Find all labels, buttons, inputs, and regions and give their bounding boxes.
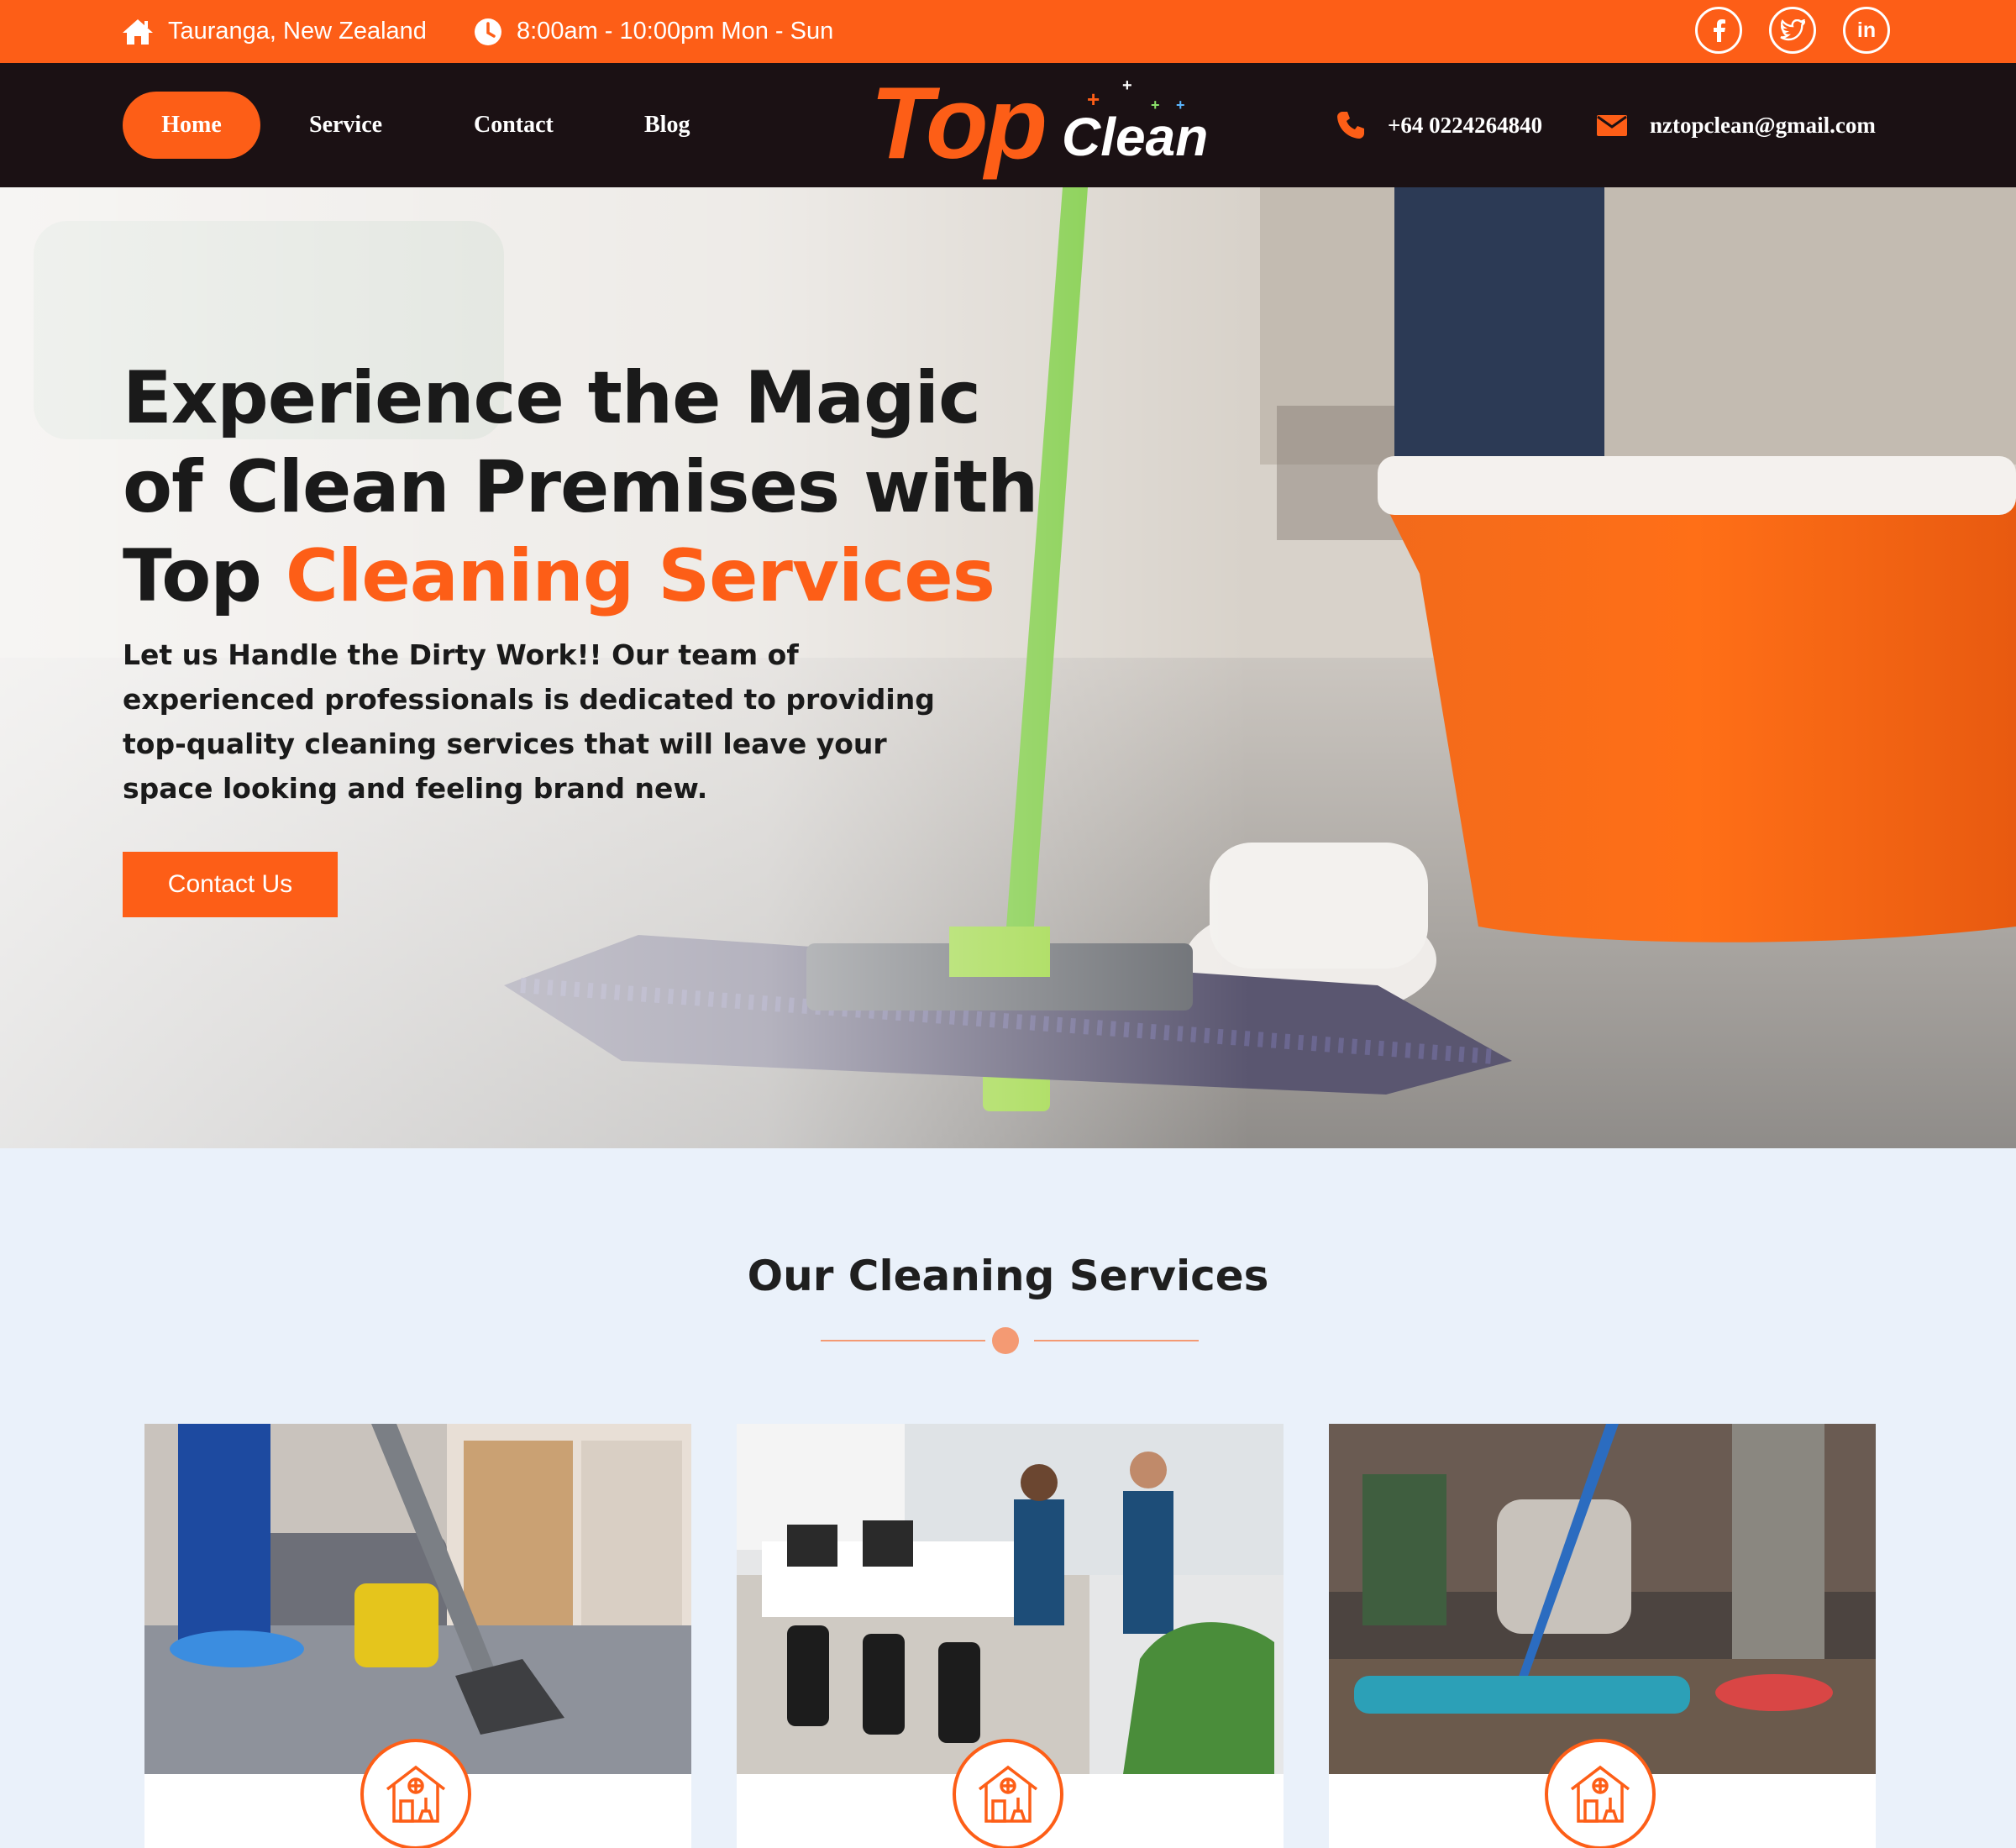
title-divider (821, 1327, 1199, 1354)
logo-clean-text: Clean (1062, 107, 1209, 167)
house-cleaning-icon (360, 1739, 471, 1848)
contact-email[interactable]: nztopclean@gmail.com (1596, 92, 1876, 159)
site-logo[interactable]: Top Clean + + + + (870, 68, 1215, 177)
nav-service[interactable]: Service (309, 92, 382, 159)
location-text: Tauranga, New Zealand (168, 18, 427, 45)
contact-us-button[interactable]: Contact Us (123, 852, 338, 917)
divider-line (821, 1340, 985, 1341)
main-navbar: Home Service Contact Blog Top Clean + + … (0, 63, 2016, 187)
phone-number: +64 0224264840 (1388, 112, 1543, 138)
hero-heading-accent: Cleaning Services (285, 534, 995, 618)
twitter-link[interactable] (1769, 7, 1816, 54)
sparkle-icon: + (1122, 76, 1132, 95)
nav-blog[interactable]: Blog (644, 92, 690, 159)
sparkle-icon: + (1176, 97, 1185, 113)
hours-info: 8:00am - 10:00pm Mon - Sun (473, 0, 833, 63)
service-card[interactable] (737, 1424, 1284, 1848)
hero-heading-line1: Experience the Magic (123, 356, 981, 440)
logo-top-text: Top (870, 66, 1047, 180)
hero-description: Let us Handle the Dirty Work!! Our team … (123, 638, 935, 805)
divider-line (1034, 1340, 1199, 1341)
hero-heading-line2: of Clean Premises with (123, 445, 1038, 529)
linkedin-link[interactable]: in (1843, 7, 1890, 54)
hero-section: Experience the Magic of Clean Premises w… (0, 187, 2016, 1148)
service-card[interactable] (144, 1424, 691, 1848)
house-cleaning-icon (1545, 1739, 1656, 1848)
envelope-icon (1597, 115, 1627, 136)
home-icon (123, 18, 153, 45)
hero-heading-line3-plain: Top (123, 534, 286, 618)
location-info: Tauranga, New Zealand (121, 0, 427, 63)
divider-dot (992, 1327, 1019, 1354)
hours-text: 8:00am - 10:00pm Mon - Sun (517, 18, 834, 45)
service-image-office (737, 1424, 1284, 1774)
facebook-link[interactable] (1695, 7, 1742, 54)
clock-icon (475, 18, 501, 45)
services-title: Our Cleaning Services (747, 1252, 1269, 1300)
twitter-icon (1780, 19, 1805, 41)
contact-phone[interactable]: +64 0224264840 (1336, 92, 1542, 159)
house-cleaning-icon (953, 1739, 1063, 1848)
sparkle-icon: + (1087, 87, 1100, 112)
linkedin-icon: in (1856, 18, 1877, 42)
email-address: nztopclean@gmail.com (1650, 112, 1876, 138)
nav-contact[interactable]: Contact (474, 92, 554, 159)
phone-icon (1337, 112, 1364, 139)
nav-home[interactable]: Home (123, 92, 260, 159)
service-card[interactable] (1329, 1424, 1876, 1848)
service-image-carpet (144, 1424, 691, 1774)
sparkle-icon: + (1151, 97, 1160, 113)
service-image-floor (1329, 1424, 1876, 1774)
top-info-bar: Tauranga, New Zealand 8:00am - 10:00pm M… (0, 0, 2016, 63)
facebook-icon (1714, 19, 1725, 42)
hero-heading: Experience the Magic of Clean Premises w… (123, 354, 1047, 621)
